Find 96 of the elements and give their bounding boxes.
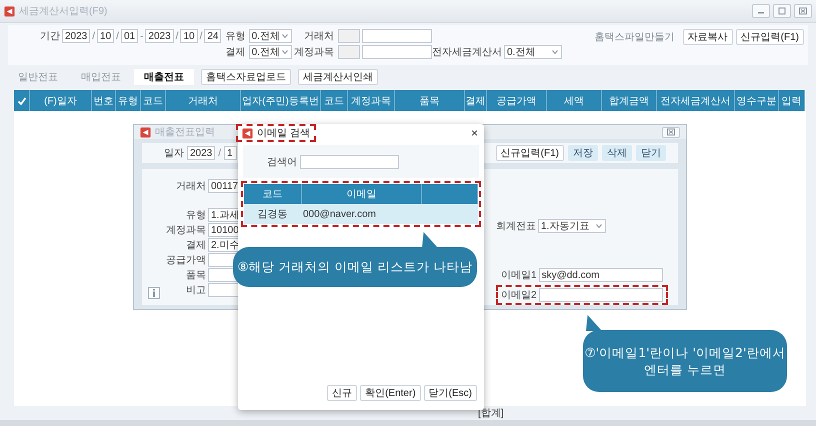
dialog-button[interactable]: 삭제 <box>602 145 632 161</box>
dialog-title: 이메일 검색 <box>257 127 310 140</box>
search-field[interactable] <box>300 154 399 168</box>
field-label: 결제 <box>224 46 246 59</box>
date-field[interactable]: 24 <box>204 29 222 43</box>
name-field[interactable] <box>362 45 432 59</box>
field-label: 비고 <box>185 284 206 297</box>
column-header[interactable]: 세액 <box>547 90 602 111</box>
field-label: 이메일1 <box>501 269 537 282</box>
info-button[interactable] <box>148 287 160 299</box>
dropdown[interactable]: 1.자동기표 <box>538 219 606 233</box>
code-field[interactable] <box>338 29 360 43</box>
field-label: 거래처 <box>302 30 334 43</box>
field-label: 거래처 <box>175 180 206 193</box>
info-icon <box>152 288 156 298</box>
minimize-button[interactable] <box>752 4 770 18</box>
date-field[interactable]: 1 <box>224 146 238 160</box>
field-label: 품목 <box>185 269 206 282</box>
date-field[interactable]: 2023 <box>187 146 216 160</box>
date-field[interactable]: 01 <box>120 29 138 43</box>
close-button[interactable] <box>662 126 680 138</box>
dialog-button[interactable]: 닫기 <box>636 145 666 161</box>
field-label: 기간 <box>40 30 60 43</box>
date-separator: / <box>200 30 202 42</box>
close-icon <box>798 6 808 16</box>
callout: ⑦'이메일1'란이나 '이메일2'란에서 엔터를 누르면 <box>583 330 787 392</box>
action-button[interactable]: 홈택스자료업로드 <box>201 69 291 85</box>
date-separator: / <box>92 30 96 42</box>
field-label: 유형 <box>185 209 206 222</box>
total-label: [합계] <box>478 407 504 420</box>
column-header[interactable]: 품목 <box>395 90 465 111</box>
app-icon <box>140 126 151 138</box>
column-header[interactable]: 결제 <box>465 90 487 111</box>
column-header[interactable]: 영수구분 <box>735 90 779 111</box>
toolbar-button[interactable]: 신규입력(F1) <box>736 29 804 45</box>
dialog-button[interactable]: 확인(Enter) <box>360 385 421 401</box>
table-cell-text: 김경동 <box>256 208 288 221</box>
field-label: 공급가액 <box>165 254 206 267</box>
dropdown[interactable]: 0.전체 <box>248 29 292 43</box>
maximize-icon <box>777 6 787 16</box>
app-icon <box>242 128 253 138</box>
code-field[interactable] <box>338 45 360 59</box>
email-field[interactable]: sky@dd.com <box>538 268 663 282</box>
date-field[interactable]: 10 <box>180 29 198 43</box>
column-header[interactable]: 코드 <box>141 90 166 111</box>
dropdown[interactable]: 0.전체 <box>248 45 292 59</box>
email-field[interactable] <box>538 288 663 302</box>
column-header[interactable]: 거래처 <box>166 90 241 111</box>
window-title: 세금계산서입력(F9) <box>19 5 108 18</box>
table-row[interactable]: 김경동 000@naver.com <box>244 204 478 224</box>
column-header[interactable]: 업자(주민)등록번 <box>241 90 321 111</box>
check-icon <box>16 96 26 106</box>
dropdown[interactable]: 0.전체 <box>504 45 562 59</box>
dialog-title: 매출전표입력 <box>155 126 215 139</box>
column-header[interactable]: (F)일자 <box>30 90 92 111</box>
toolbar-button[interactable]: 자료복사 <box>682 29 733 45</box>
action-button[interactable]: 세금계산서인쇄 <box>298 69 378 85</box>
date-field[interactable]: 2023 <box>145 29 174 43</box>
date-separator: / <box>116 30 119 42</box>
close-button[interactable]: × <box>470 126 478 140</box>
maximize-button[interactable] <box>773 4 791 18</box>
date-separator: / <box>218 148 222 158</box>
column-header[interactable]: 전자세금계산서 <box>657 90 735 111</box>
close-button[interactable] <box>794 4 812 18</box>
table-cell-text: 000@naver.com <box>302 208 377 220</box>
date-field[interactable]: 10 <box>97 29 114 43</box>
date-field[interactable]: 2023 <box>62 29 90 43</box>
dialog-button[interactable]: 신규 <box>327 385 358 401</box>
date-separator: / <box>176 30 178 42</box>
field-label: 회계전표 <box>496 220 536 233</box>
field-label: 계정과목 <box>165 224 206 237</box>
field-label: 결제 <box>185 239 206 252</box>
app-icon <box>4 6 15 16</box>
column-header[interactable]: 입력 <box>779 90 805 111</box>
column-header[interactable]: 계정과목 <box>348 90 395 111</box>
field-label: 전자세금계산서 <box>432 46 502 59</box>
dialog-button[interactable]: 저장 <box>568 145 598 161</box>
column-header[interactable]: 공급가액 <box>487 90 547 111</box>
column-header[interactable]: 유형 <box>116 90 141 111</box>
field-label: 일자 <box>164 147 184 160</box>
column-header[interactable]: 합계금액 <box>602 90 657 111</box>
callout-pointer <box>584 315 604 331</box>
field-label: 계정과목 <box>292 46 334 59</box>
tab[interactable]: 매출전표 <box>134 69 194 85</box>
field-label: 유형 <box>224 30 246 43</box>
callout: ⑧해당 거래처의 이메일 리스트가 나타남 <box>233 247 477 287</box>
field-label: 검색어 <box>267 156 297 168</box>
close-icon <box>666 127 676 137</box>
scrollbar[interactable] <box>0 420 816 426</box>
name-field[interactable] <box>362 29 432 43</box>
column-header[interactable]: 코드 <box>321 90 348 111</box>
range-separator: - <box>140 30 144 42</box>
column-header[interactable]: 번호 <box>92 90 116 111</box>
field-label: 이메일2 <box>501 289 537 302</box>
dialog-button[interactable]: 신규입력(F1) <box>496 145 564 161</box>
dialog-button[interactable]: 닫기(Esc) <box>424 385 477 401</box>
